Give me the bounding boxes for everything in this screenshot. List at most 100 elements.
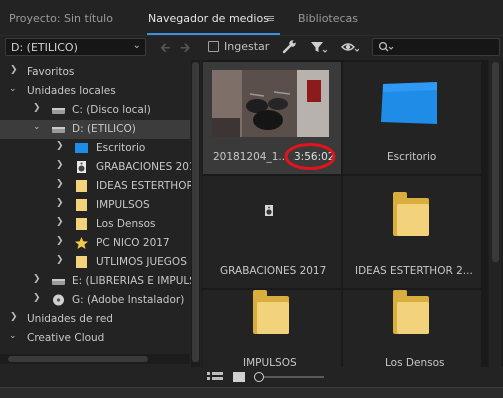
- folder-icon: [393, 290, 429, 334]
- back-arrow-icon[interactable]: 🡰: [160, 39, 171, 61]
- folder-icon: [76, 256, 87, 268]
- media-item-label: 20181204_1...: [213, 151, 289, 163]
- chevron-down-icon[interactable]: ⌄: [9, 331, 17, 341]
- search-input[interactable]: [372, 38, 500, 56]
- hard-drive-icon: [52, 127, 65, 133]
- chevron-right-icon[interactable]: ❯: [56, 255, 64, 265]
- chevron-right-icon[interactable]: ❯: [56, 236, 64, 246]
- media-item-label: GRABACIONES 2017: [220, 265, 327, 277]
- tree-item-ideas[interactable]: ❯ IDEAS ESTERTHOR: [0, 177, 194, 196]
- tree-item-drive-c[interactable]: ❯ C: (Disco local): [0, 101, 190, 120]
- media-item-label: Escritorio: [387, 151, 437, 163]
- zoom-slider-track[interactable]: [264, 376, 324, 378]
- hard-drive-icon: [52, 108, 65, 114]
- tree-item-drive-d[interactable]: ⌄ D: (ETILICO): [0, 120, 190, 139]
- speaker-folder-icon: [77, 161, 86, 173]
- tree-item-label: IDEAS ESTERTHOR: [96, 180, 194, 192]
- tree-item-label: Creative Cloud: [27, 332, 105, 344]
- media-item-video[interactable]: 20181204_1... 3:56:02: [203, 62, 341, 174]
- folder-icon: [76, 180, 87, 192]
- grid-vertical-scrollbar[interactable]: [489, 60, 501, 367]
- active-tab-indicator: [147, 33, 280, 35]
- forward-arrow-icon[interactable]: 🡲: [180, 39, 191, 61]
- media-item-recordings[interactable]: GRABACIONES 2017: [203, 176, 341, 288]
- tree-item-recordings[interactable]: ❯ GRABACIONES 201: [0, 158, 196, 177]
- tree-item-creative-cloud[interactable]: ⌄ Creative Cloud: [0, 329, 190, 348]
- tree-item-label: Escritorio: [96, 142, 146, 154]
- chevron-right-icon[interactable]: ❯: [56, 141, 64, 151]
- disc-icon: [53, 294, 64, 306]
- tree-item-network[interactable]: ❯ Unidades de red: [0, 310, 190, 329]
- scrollbar-thumb[interactable]: [192, 62, 199, 362]
- media-item-ideas[interactable]: IDEAS ESTERTHOR 2...: [343, 176, 481, 288]
- view-controls-bar: [0, 367, 503, 387]
- chevron-right-icon[interactable]: ❯: [56, 217, 64, 227]
- tree-item-label: Unidades de red: [27, 313, 113, 325]
- tree-item-label: UTLIMOS JUEGOS: [96, 256, 187, 268]
- scrollbar-thumb[interactable]: [492, 62, 499, 262]
- tree-item-label: Favoritos: [27, 66, 75, 78]
- tree-item-local-drives[interactable]: ⌄ Unidades locales: [0, 82, 190, 101]
- tree-horizontal-scrollbar[interactable]: [0, 354, 190, 364]
- chevron-down-icon[interactable]: ⌄: [9, 84, 17, 94]
- tree-item-label: G: (Adobe Instalador): [72, 294, 185, 306]
- scrollbar-thumb[interactable]: [8, 356, 148, 362]
- chevron-down-icon[interactable]: ⌄: [33, 122, 41, 132]
- desktop-folder-icon: [75, 143, 88, 153]
- chevron-right-icon[interactable]: ❯: [56, 179, 64, 189]
- folder-icon: [76, 199, 87, 211]
- drive-select-value: D: (ETILICO): [11, 41, 78, 54]
- chevron-right-icon[interactable]: ❯: [33, 293, 41, 303]
- media-grid: 20181204_1... 3:56:02 Escritorio GRABACI…: [203, 60, 488, 367]
- media-item-label: IMPULSOS: [243, 357, 297, 367]
- speaker-icon: [265, 205, 273, 216]
- icon-view-icon[interactable]: [233, 372, 245, 382]
- tab-libraries[interactable]: Bibliotecas: [298, 12, 358, 25]
- chevron-right-icon[interactable]: ❯: [33, 103, 41, 113]
- ingest-label: Ingestar: [224, 40, 270, 53]
- chevron-right-icon[interactable]: ❯: [10, 65, 18, 75]
- tree-item-label: C: (Disco local): [72, 104, 151, 116]
- tree-item-label: E: (LIBRERIAS E IMPULS: [72, 275, 196, 287]
- media-item-desktop[interactable]: Escritorio: [343, 62, 481, 174]
- tree-vertical-scrollbar[interactable]: [191, 60, 200, 367]
- tab-media-browser[interactable]: Navegador de medios: [148, 12, 269, 25]
- chevron-right-icon[interactable]: ❯: [56, 198, 64, 208]
- tree-item-label: GRABACIONES 201: [96, 161, 196, 173]
- ingest-checkbox[interactable]: [208, 41, 219, 52]
- tree-item-impulses[interactable]: ❯ IMPULSOS: [0, 196, 190, 215]
- video-thumbnail: [212, 70, 329, 137]
- window-footer: [0, 387, 503, 398]
- tree-item-ultimos[interactable]: ❯ UTLIMOS JUEGOS: [0, 253, 190, 272]
- list-view-icon[interactable]: [207, 372, 223, 383]
- tree-item-favorites[interactable]: ❯ Favoritos: [0, 63, 190, 82]
- media-item-densos[interactable]: Los Densos: [343, 290, 481, 367]
- panel-tab-bar: Proyecto: Sin título Navegador de medios…: [0, 0, 503, 36]
- folder-icon: [393, 192, 429, 236]
- tree-item-drive-g[interactable]: ❯ G: (Adobe Instalador): [0, 291, 190, 310]
- tree-item-label: D: (ETILICO): [72, 123, 136, 135]
- tree-item-label: IMPULSOS: [96, 199, 150, 211]
- tree-item-desktop[interactable]: ❯ Escritorio: [0, 139, 190, 158]
- view-eye-icon[interactable]: [341, 39, 359, 55]
- zoom-slider-handle[interactable]: [254, 372, 264, 382]
- panel-menu-icon[interactable]: ≡: [266, 12, 275, 25]
- media-browser-toolbar: D: (ETILICO) ⌄ 🡰 🡲 Ingestar: [0, 36, 503, 60]
- chevron-right-icon[interactable]: ❯: [10, 312, 18, 322]
- filter-icon[interactable]: [309, 39, 327, 55]
- star-icon: [75, 237, 88, 249]
- tree-item-pc-nico[interactable]: ❯ PC NICO 2017: [0, 234, 190, 253]
- chevron-right-icon[interactable]: ❯: [33, 274, 41, 284]
- tab-project[interactable]: Proyecto: Sin título: [9, 12, 113, 25]
- tree-item-densos[interactable]: ❯ Los Densos: [0, 215, 190, 234]
- tree-item-drive-e[interactable]: ❯ E: (LIBRERIAS E IMPULS: [0, 272, 196, 291]
- search-icon: [378, 41, 394, 52]
- drive-select[interactable]: D: (ETILICO) ⌄: [5, 38, 146, 56]
- chevron-right-icon[interactable]: ❯: [56, 160, 64, 170]
- folder-icon: [76, 218, 87, 230]
- hard-drive-icon: [52, 279, 65, 285]
- folder-tree: ❯ Favoritos ⌄ Unidades locales ❯ C: (Dis…: [0, 60, 201, 367]
- media-item-impulses[interactable]: IMPULSOS: [203, 290, 341, 367]
- media-item-label: Los Densos: [385, 357, 445, 367]
- wrench-icon[interactable]: [281, 39, 299, 55]
